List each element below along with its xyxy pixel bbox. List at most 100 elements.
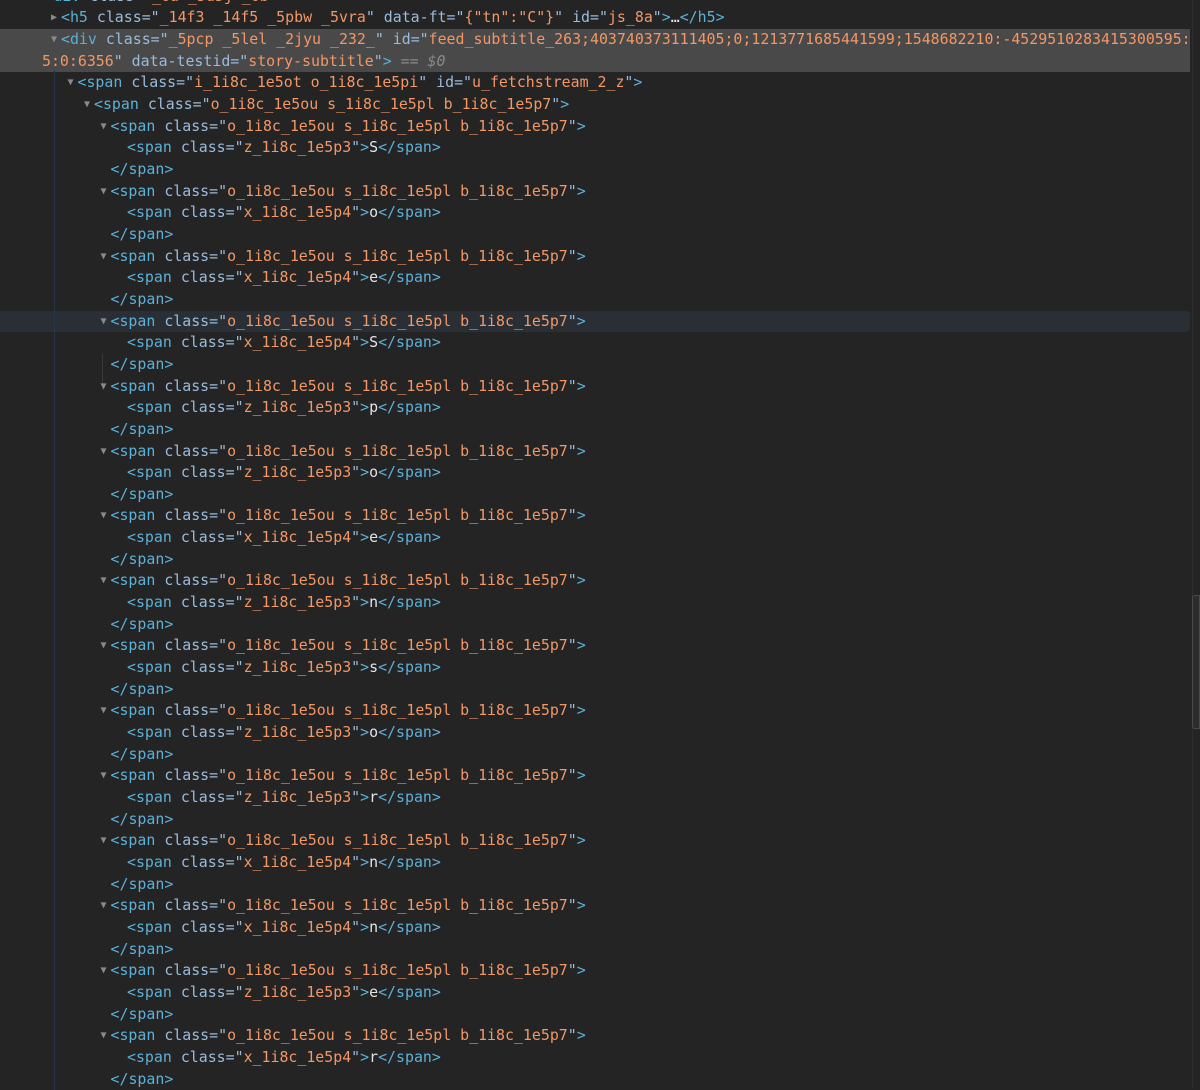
dom-node-letter-inner[interactable]: <span class="x_1i8c_1e5p4">n</span> (0, 852, 1190, 874)
dom-node-letter-inner[interactable]: <span class="z_1i8c_1e5p3">e</span> (0, 982, 1190, 1004)
attribute-quote: " (567, 116, 577, 135)
expand-arrow-open-icon[interactable]: ▼ (48, 29, 60, 51)
text-node[interactable]: n (369, 918, 378, 936)
expand-arrow-open-icon[interactable]: ▼ (81, 94, 93, 116)
text-node[interactable]: r (369, 788, 378, 806)
expand-arrow-open-icon[interactable]: ▼ (98, 181, 110, 203)
text-node[interactable]: e (369, 983, 378, 1001)
expand-arrow-open-icon[interactable]: ▼ (98, 635, 110, 657)
dom-node-letter-span[interactable]: ▼ <span class="o_1i8c_1e5ou s_1i8c_1e5pl … (0, 376, 1190, 398)
dom-node-letter-span[interactable]: ▼ <span class="o_1i8c_1e5ou s_1i8c_1e5pl … (0, 181, 1190, 203)
dom-node-span-outer[interactable]: ▼ <span class="i_1i8c_1e5ot o_1i8c_1e5pi"… (0, 72, 1190, 94)
collapsed-ellipsis[interactable]: … (671, 8, 680, 26)
dom-node-span-wrapper[interactable]: ▼ <span class="o_1i8c_1e5ou s_1i8c_1e5pl … (0, 94, 1190, 116)
dom-node-div-selected[interactable]: ▼ <div class="_5pcp _5lel _2jyu _232_" id… (0, 29, 1191, 73)
text-node[interactable]: r (369, 1048, 378, 1066)
text-node[interactable]: e (369, 528, 378, 546)
expand-arrow-open-icon[interactable]: ▼ (32, 0, 44, 7)
dom-node-letter-span[interactable]: ▼ <span class="o_1i8c_1e5ou s_1i8c_1e5pl … (0, 635, 1190, 657)
text-node[interactable]: S (369, 333, 378, 351)
dom-node-close-tag[interactable]: </span> (0, 1004, 1190, 1026)
dom-node-letter-inner[interactable]: <span class="x_1i8c_1e5p4">o</span> (0, 202, 1190, 224)
text-node[interactable]: n (369, 853, 378, 871)
expand-arrow-open-icon[interactable]: ▼ (98, 116, 110, 138)
dom-node-close-tag[interactable]: </span> (0, 224, 1190, 246)
dom-node-letter-span[interactable]: ▼ <span class="o_1i8c_1e5ou s_1i8c_1e5pl … (0, 830, 1190, 852)
dom-node-h5[interactable]: ▶ <h5 class="_14f3 _14f5 _5pbw _5vra" dat… (0, 7, 1190, 29)
expand-arrow-open-icon[interactable]: ▼ (98, 700, 110, 722)
tag-punctuation: </ (378, 463, 397, 482)
expand-arrow-open-icon[interactable]: ▼ (98, 960, 110, 982)
dom-node-close-tag[interactable]: </span> (0, 809, 1190, 831)
expand-arrow-open-icon[interactable]: ▼ (98, 830, 110, 852)
dom-node-letter-span[interactable]: ▼ <span class="o_1i8c_1e5ou s_1i8c_1e5pl … (0, 246, 1190, 268)
expand-arrow-open-icon[interactable]: ▼ (98, 1025, 110, 1047)
scrollbar-thumb[interactable] (1192, 595, 1200, 729)
vertical-scrollbar[interactable] (1192, 0, 1200, 1088)
dom-node-letter-span[interactable]: ▼ <span class="o_1i8c_1e5ou s_1i8c_1e5pl … (0, 700, 1190, 722)
dom-node-close-tag[interactable]: </span> (0, 744, 1190, 766)
dom-node-letter-span[interactable]: ▼ <span class="o_1i8c_1e5ou s_1i8c_1e5pl … (0, 570, 1190, 592)
dom-node-close-tag[interactable]: </span> (0, 614, 1190, 636)
dom-node-letter-inner[interactable]: <span class="x_1i8c_1e5p4">e</span> (0, 527, 1190, 549)
dom-node-close-tag[interactable]: </span> (0, 679, 1190, 701)
expand-arrow-open-icon[interactable]: ▼ (98, 765, 110, 787)
expand-arrow-open-icon[interactable]: ▼ (98, 246, 110, 268)
text-node[interactable]: o (369, 723, 378, 741)
dom-node-close-tag[interactable]: </span> (0, 159, 1190, 181)
expand-arrow-open-icon[interactable]: ▼ (98, 376, 110, 398)
dom-node-letter-inner[interactable]: <span class="z_1i8c_1e5p3">n</span> (0, 592, 1190, 614)
expand-arrow-open-icon[interactable]: ▼ (98, 311, 110, 333)
dom-node-letter-span[interactable]: ▼ <span class="o_1i8c_1e5ou s_1i8c_1e5pl … (0, 116, 1190, 138)
dom-node-letter-inner[interactable]: <span class="z_1i8c_1e5p3">s</span> (0, 657, 1190, 679)
text-node[interactable]: n (369, 593, 378, 611)
text-node[interactable]: p (369, 398, 378, 416)
dom-node-close-tag[interactable]: </span> (0, 549, 1190, 571)
dom-node-letter-inner[interactable]: <span class="z_1i8c_1e5p3">p</span> (0, 397, 1190, 419)
dom-node-letter-span[interactable]: ▼ <span class="o_1i8c_1e5ou s_1i8c_1e5pl … (0, 765, 1190, 787)
dom-node-letter-inner[interactable]: <span class="z_1i8c_1e5p3">o</span> (0, 462, 1190, 484)
expand-arrow-closed-icon[interactable]: ▶ (48, 7, 60, 29)
tag-punctuation: > (576, 961, 586, 980)
tag-name: span (128, 939, 165, 958)
dom-node-letter-span[interactable]: ▼ <span class="o_1i8c_1e5ou s_1i8c_1e5pl … (0, 505, 1190, 527)
tag-name: span (119, 961, 156, 980)
dom-node-close-tag[interactable]: </span> (0, 419, 1190, 441)
dom-node-letter-inner[interactable]: <span class="x_1i8c_1e5p4">n</span> (0, 917, 1190, 939)
dom-node-close-tag[interactable]: </span> (0, 289, 1190, 311)
expand-arrow-open-icon[interactable]: ▼ (98, 505, 110, 527)
tag-punctuation: > (576, 1026, 586, 1045)
text-node[interactable]: o (369, 463, 378, 481)
dom-node-close-tag[interactable]: </span> (0, 354, 1190, 376)
dom-node-close-tag[interactable]: </span> (0, 1069, 1190, 1090)
dom-node-div[interactable]: ▼<div class="_6a _5u5j _6b"> (0, 0, 1190, 7)
attribute-value: u_fetchstream_2_z (472, 73, 625, 92)
dom-node-letter-inner[interactable]: <span class="z_1i8c_1e5p3">r</span> (0, 787, 1190, 809)
dom-node-letter-span[interactable]: ▼ <span class="o_1i8c_1e5ou s_1i8c_1e5pl … (0, 960, 1190, 982)
attribute-name: class (164, 701, 210, 720)
dom-node-letter-inner[interactable]: <span class="x_1i8c_1e5p4">S</span> (0, 332, 1190, 390)
node-markup: <span class="x_1i8c_1e5p4">S</span> (127, 332, 441, 354)
dom-node-letter-span[interactable]: ▼ <span class="o_1i8c_1e5ou s_1i8c_1e5pl … (0, 1025, 1190, 1047)
expand-arrow-open-icon[interactable]: ▼ (98, 895, 110, 917)
attribute-equals: =" (225, 658, 244, 677)
attribute-value: z_1i8c_1e5p3 (243, 658, 352, 677)
dom-node-letter-span[interactable]: ▼ <span class="o_1i8c_1e5ou s_1i8c_1e5pl … (0, 895, 1190, 917)
text-node[interactable]: s (369, 658, 378, 676)
expand-arrow-open-icon[interactable]: ▼ (98, 570, 110, 592)
dom-node-close-tag[interactable]: </span> (0, 939, 1190, 961)
tag-punctuation: > (576, 246, 586, 265)
dom-node-letter-span[interactable]: ▼ <span class="o_1i8c_1e5ou s_1i8c_1e5pl … (0, 310, 1190, 333)
dom-node-letter-span[interactable]: ▼ <span class="o_1i8c_1e5ou s_1i8c_1e5pl … (0, 441, 1190, 463)
dom-node-letter-inner[interactable]: <span class="x_1i8c_1e5p4">r</span> (0, 1047, 1190, 1069)
dom-node-close-tag[interactable]: </span> (0, 484, 1190, 506)
expand-arrow-open-icon[interactable]: ▼ (98, 441, 110, 463)
expand-arrow-open-icon[interactable]: ▼ (65, 72, 77, 94)
text-node[interactable]: S (369, 138, 378, 156)
dom-node-letter-inner[interactable]: <span class="x_1i8c_1e5p4">e</span> (0, 267, 1190, 289)
dom-node-letter-inner[interactable]: <span class="z_1i8c_1e5p3">o</span> (0, 722, 1190, 744)
text-node[interactable]: o (369, 203, 378, 221)
dom-node-letter-inner[interactable]: <span class="z_1i8c_1e5p3">S</span> (0, 137, 1190, 159)
dom-node-close-tag[interactable]: </span> (0, 874, 1190, 896)
text-node[interactable]: e (369, 268, 378, 286)
